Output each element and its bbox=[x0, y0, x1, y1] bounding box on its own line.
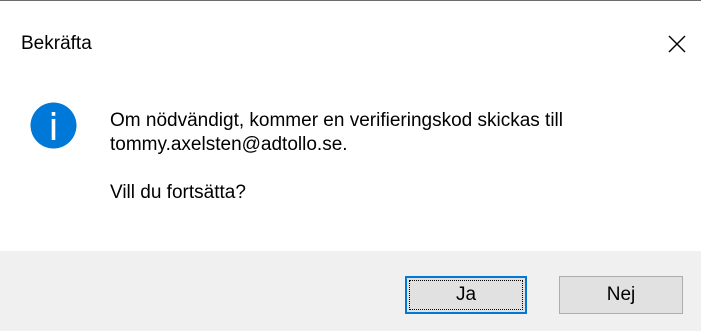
no-button-label: Nej bbox=[606, 284, 636, 305]
dialog-message: Om nödvändigt, kommer en verifieringskod… bbox=[110, 109, 695, 205]
dialog-content: Om nödvändigt, kommer en verifieringskod… bbox=[0, 79, 701, 249]
yes-button[interactable]: Ja bbox=[405, 276, 527, 314]
yes-button-label: Ja bbox=[455, 284, 477, 305]
title-bar: Bekräfta bbox=[0, 1, 701, 79]
dialog-title: Bekräfta bbox=[21, 33, 92, 54]
message-line-1: Om nödvändigt, kommer en verifieringskod… bbox=[110, 110, 564, 131]
confirm-dialog: Bekräfta Om nödvändigt, kommer en verifi… bbox=[0, 0, 701, 331]
confirm-question: Vill du fortsätta? bbox=[110, 182, 246, 203]
no-button[interactable]: Nej bbox=[559, 276, 683, 314]
button-bar: Ja Nej bbox=[0, 251, 701, 331]
message-line-2: tommy.axelsten@adtollo.se. bbox=[110, 134, 348, 155]
close-button[interactable] bbox=[658, 27, 696, 61]
close-icon bbox=[668, 35, 686, 53]
info-icon bbox=[30, 102, 77, 149]
